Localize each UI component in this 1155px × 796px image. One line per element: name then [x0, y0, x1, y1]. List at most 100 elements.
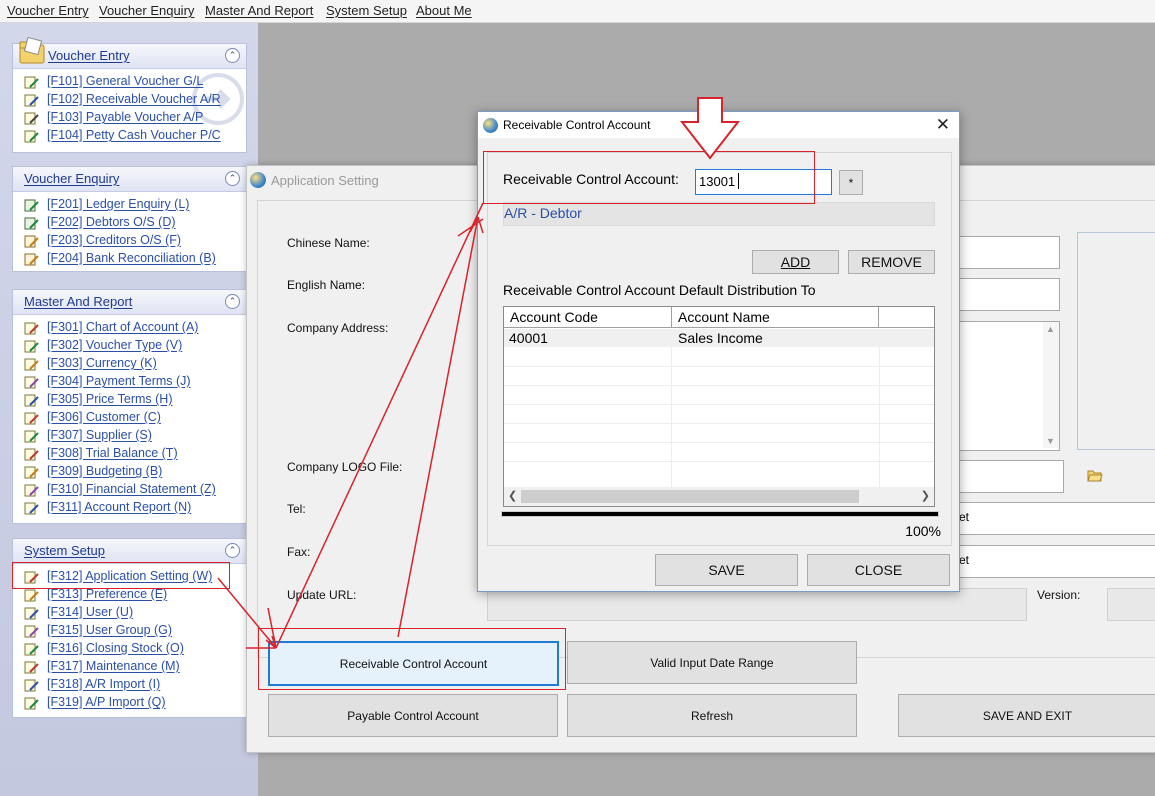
- close-icon[interactable]: ✕: [936, 115, 950, 135]
- grid-line: [504, 366, 934, 367]
- menu-master-and-report[interactable]: Master And Report: [205, 3, 313, 18]
- valid-input-date-range-button[interactable]: Valid Input Date Range: [567, 641, 857, 684]
- fax-value: et: [959, 553, 970, 567]
- report-icon: [24, 606, 39, 620]
- grid-line: [504, 385, 934, 386]
- report-icon: [24, 660, 39, 674]
- enquiry-icon: [24, 216, 39, 230]
- report-icon: [24, 642, 39, 656]
- panel-header[interactable]: Master And Report ⌃: [13, 290, 246, 315]
- dialog-titlebar: Receivable Control Account ✕: [478, 112, 959, 138]
- enquiry-icon: [24, 234, 39, 248]
- panel-header[interactable]: System Setup ⌃: [13, 539, 246, 564]
- report-icon: [24, 483, 39, 497]
- enquiry-icon: [24, 252, 39, 266]
- horizontal-scrollbar[interactable]: ❮ ❯: [504, 487, 934, 506]
- payable-control-account-button[interactable]: Payable Control Account: [268, 694, 558, 737]
- folder-icon: [19, 36, 45, 64]
- report-icon: [24, 501, 39, 515]
- scrollbar-thumb[interactable]: [521, 490, 859, 503]
- voucher-icon: [24, 93, 39, 107]
- cell-account-code: 40001: [509, 330, 548, 346]
- window-title: Application Setting: [271, 173, 379, 188]
- grid-line: [504, 404, 934, 405]
- company-address-input[interactable]: ▲ ▼: [958, 321, 1060, 451]
- fax-label: Fax:: [287, 545, 311, 559]
- lookup-button[interactable]: *: [839, 170, 863, 195]
- remove-button[interactable]: REMOVE: [848, 250, 935, 274]
- tel-input[interactable]: et: [958, 502, 1155, 535]
- progress-bar: [501, 511, 939, 517]
- report-icon: [24, 588, 39, 602]
- fax-input[interactable]: et: [958, 545, 1155, 578]
- update-url-input[interactable]: [487, 588, 1027, 621]
- annotation-box-account-field: [483, 151, 815, 204]
- progress-fill: [502, 512, 938, 516]
- voucher-icon: [24, 129, 39, 143]
- account-description: A/R - Debtor: [503, 202, 935, 226]
- panel-voucher-enquiry: Voucher Enquiry ⌃ [F201] Ledger Enquiry …: [12, 166, 247, 272]
- panel-title[interactable]: Voucher Entry: [48, 48, 130, 63]
- grid-line: [504, 461, 934, 462]
- report-icon: [24, 624, 39, 638]
- collapse-icon[interactable]: ⌃: [225, 48, 240, 63]
- panel-title[interactable]: System Setup: [24, 543, 105, 558]
- report-icon: [24, 321, 39, 335]
- company-address-label: Company Address:: [287, 321, 389, 335]
- panel-header[interactable]: Voucher Enquiry ⌃: [13, 167, 246, 192]
- english-name-input[interactable]: [958, 278, 1060, 311]
- tel-value: et: [959, 510, 970, 524]
- report-icon: [24, 678, 39, 692]
- app-icon: [250, 172, 266, 188]
- table-row[interactable]: 40001 Sales Income: [504, 329, 934, 347]
- update-url-label: Update URL:: [287, 588, 357, 602]
- account-description-text: A/R - Debtor: [504, 205, 582, 221]
- address-scrollbar[interactable]: ▲ ▼: [1043, 322, 1059, 448]
- report-icon: [24, 447, 39, 461]
- version-label: Version:: [1037, 588, 1081, 602]
- collapse-icon[interactable]: ⌃: [225, 543, 240, 558]
- voucher-icon: [24, 111, 39, 125]
- menu-about-me[interactable]: About Me: [416, 3, 472, 18]
- tel-label: Tel:: [287, 502, 306, 516]
- menu-voucher-enquiry[interactable]: Voucher Enquiry: [99, 3, 194, 18]
- version-input[interactable]: [1107, 588, 1155, 621]
- report-icon: [24, 393, 39, 407]
- distribution-label: Receivable Control Account Default Distr…: [503, 282, 816, 298]
- panel-master-and-report: Master And Report ⌃ [F301] Chart of Acco…: [12, 289, 247, 524]
- distribution-grid[interactable]: Account Code Account Name 40001 Sales In…: [503, 306, 935, 507]
- menu-system-setup[interactable]: System Setup: [326, 3, 407, 18]
- panel-title[interactable]: Voucher Enquiry: [24, 171, 119, 186]
- grid-line: [879, 347, 880, 487]
- chinese-name-input[interactable]: [958, 236, 1060, 269]
- report-icon: [24, 696, 39, 710]
- collapse-icon[interactable]: ⌃: [225, 171, 240, 186]
- column-header-account-name[interactable]: Account Name: [672, 307, 879, 328]
- save-and-exit-button[interactable]: SAVE AND EXIT: [898, 694, 1155, 737]
- panel-title[interactable]: Master And Report: [24, 294, 132, 309]
- save-button[interactable]: SAVE: [655, 554, 798, 586]
- logo-file-input[interactable]: [958, 460, 1064, 493]
- refresh-button[interactable]: Refresh: [567, 694, 857, 737]
- scroll-right-icon[interactable]: ❯: [921, 489, 930, 502]
- dialog-title: Receivable Control Account: [503, 118, 651, 132]
- report-icon: [24, 339, 39, 353]
- close-button[interactable]: CLOSE: [807, 554, 950, 586]
- scroll-left-icon[interactable]: ❮: [508, 489, 517, 502]
- add-button[interactable]: ADD: [752, 250, 839, 274]
- menu-bar: Voucher Entry Voucher Enquiry Master And…: [0, 0, 1155, 23]
- sidebar: Voucher Entry ⌃ [F101] General Voucher G…: [0, 23, 258, 796]
- report-icon: [24, 375, 39, 389]
- folder-open-icon[interactable]: [1087, 468, 1103, 482]
- grid-line: [671, 347, 672, 487]
- logo-file-label: Company LOGO File:: [287, 460, 403, 474]
- report-icon: [24, 429, 39, 443]
- menu-voucher-entry[interactable]: Voucher Entry: [7, 3, 89, 18]
- collapse-icon[interactable]: ⌃: [225, 294, 240, 309]
- english-name-label: English Name:: [287, 278, 366, 292]
- voucher-icon: [24, 75, 39, 89]
- chinese-name-label: Chinese Name:: [287, 236, 370, 250]
- grid-line: [504, 442, 934, 443]
- column-header-account-code[interactable]: Account Code: [504, 307, 672, 328]
- grid-line: [504, 423, 934, 424]
